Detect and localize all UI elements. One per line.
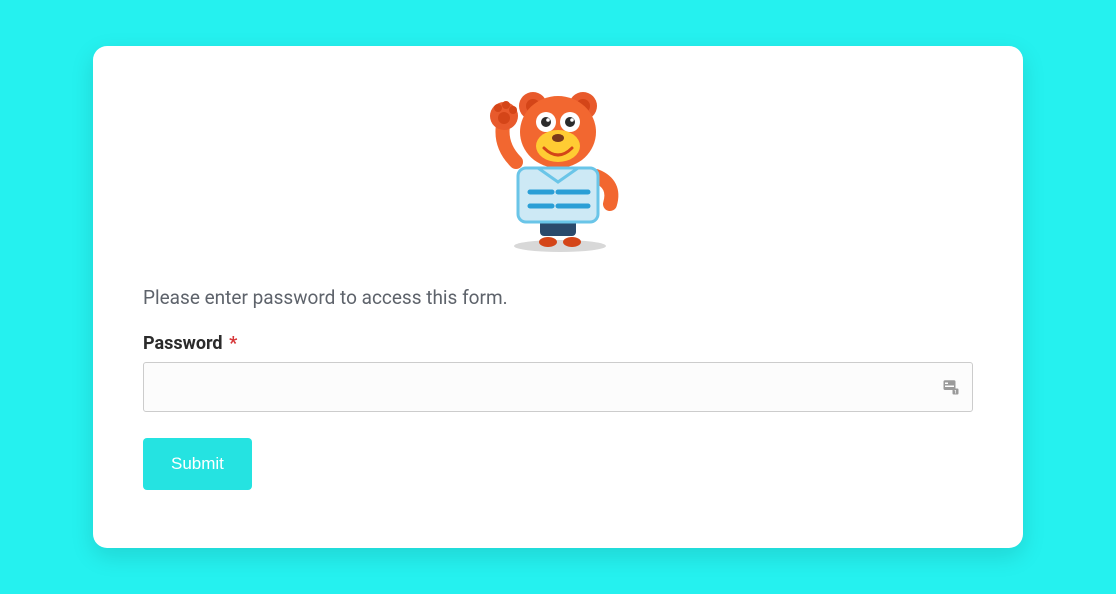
bear-mascot-icon bbox=[478, 84, 638, 258]
password-label: Password * bbox=[143, 333, 973, 354]
svg-text:1: 1 bbox=[954, 389, 957, 395]
password-manager-icon[interactable]: 1 bbox=[941, 377, 961, 397]
required-indicator: * bbox=[229, 333, 237, 354]
password-input[interactable] bbox=[143, 362, 973, 412]
submit-button[interactable]: Submit bbox=[143, 438, 252, 490]
form-card: Please enter password to access this for… bbox=[93, 46, 1023, 548]
password-input-wrapper: 1 bbox=[143, 362, 973, 412]
mascot-container bbox=[143, 84, 973, 258]
password-label-text: Password bbox=[143, 333, 223, 354]
form-prompt-text: Please enter password to access this for… bbox=[143, 286, 973, 309]
